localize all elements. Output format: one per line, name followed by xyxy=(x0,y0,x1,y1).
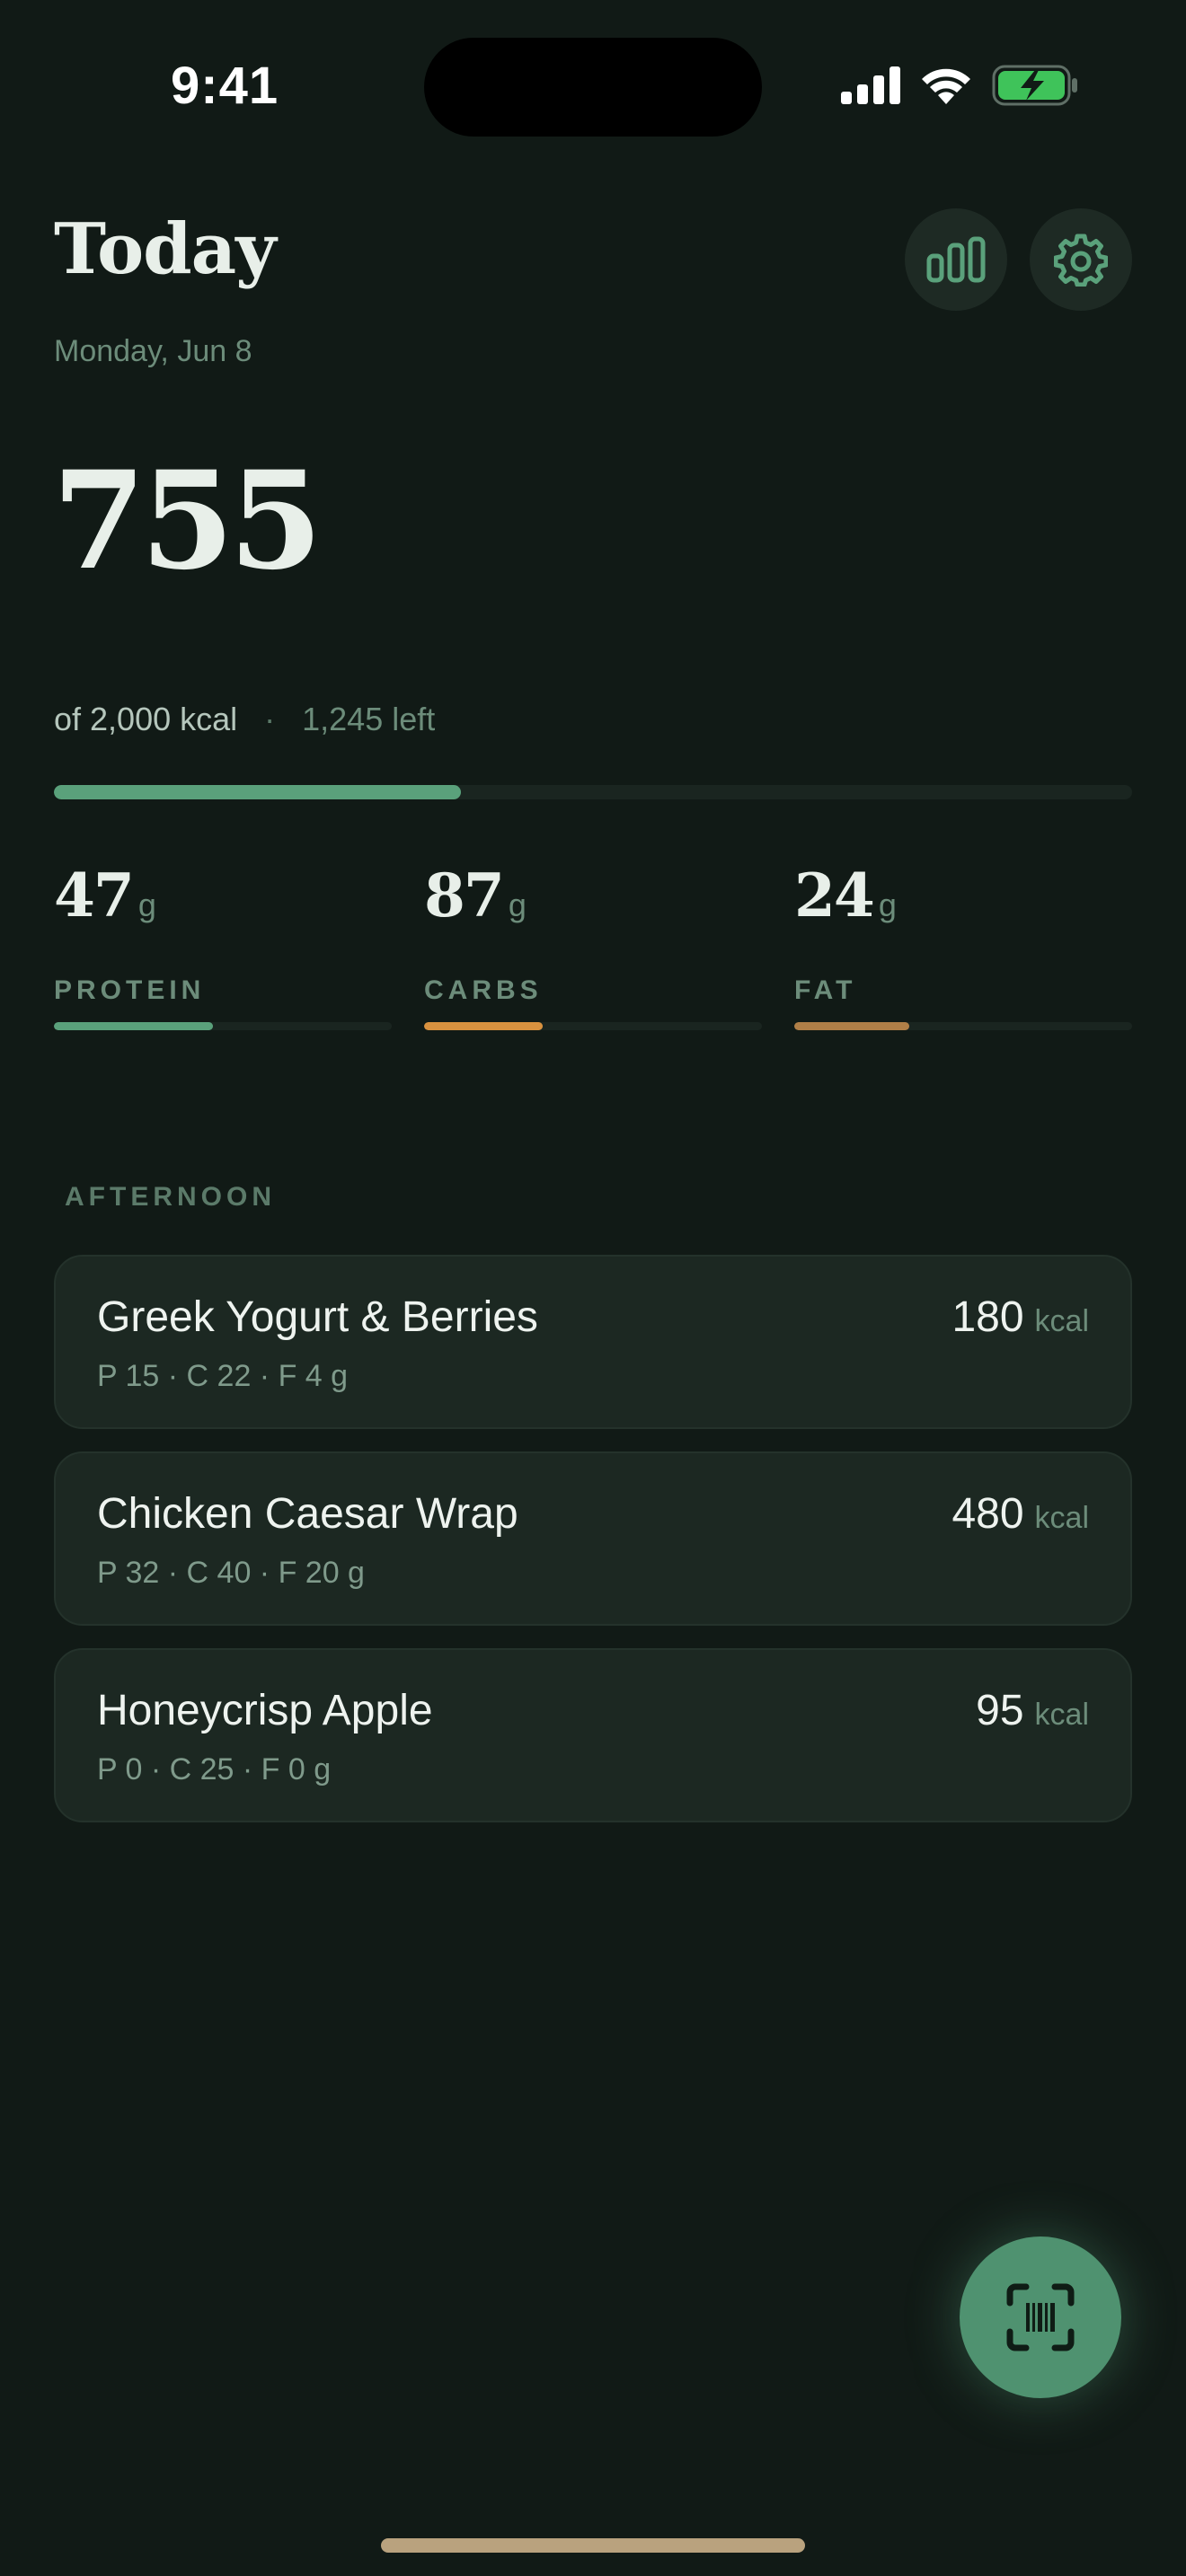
screen: 9:41 Today Monday, Jun 8 755 of 2,000 kc… xyxy=(0,0,1186,2576)
separator-dot: · xyxy=(264,701,276,737)
calorie-goal: of 2,000 kcal xyxy=(54,701,238,737)
meal-kcal-unit: kcal xyxy=(1034,1304,1089,1338)
meal-card[interactable]: Honeycrisp Apple P 0 · C 25 · F 0 g 95 k… xyxy=(54,1648,1132,1822)
macro-protein: 47 g PROTEIN xyxy=(54,860,392,1030)
fat-unit: g xyxy=(878,887,897,923)
wifi-icon xyxy=(922,68,970,104)
carbs-value: 87 xyxy=(424,860,505,931)
protein-unit: g xyxy=(137,887,156,923)
bar-chart-icon xyxy=(926,236,986,283)
protein-progress-fill xyxy=(54,1022,213,1030)
meal-kcal-value: 95 xyxy=(976,1687,1024,1734)
calories-summary: of 2,000 kcal · 1,245 left xyxy=(54,701,435,738)
carbs-unit: g xyxy=(508,887,527,923)
status-icons xyxy=(841,65,1078,106)
meal-name: Chicken Caesar Wrap xyxy=(97,1490,518,1538)
meal-card[interactable]: Greek Yogurt & Berries P 15 · C 22 · F 4… xyxy=(54,1255,1132,1429)
scan-barcode-button[interactable] xyxy=(960,2236,1121,2398)
meal-kcal-value: 480 xyxy=(951,1490,1024,1538)
fat-label: FAT xyxy=(794,975,857,1005)
meal-macros: P 32 · C 40 · F 20 g xyxy=(97,1556,365,1590)
fat-progress-fill xyxy=(794,1022,909,1030)
carbs-label: CARBS xyxy=(424,975,543,1005)
date-label: Monday, Jun 8 xyxy=(54,334,252,368)
calorie-progress-fill xyxy=(54,785,461,799)
meal-calories: 480 kcal xyxy=(951,1489,1089,1539)
calorie-progress-bar xyxy=(54,785,1132,799)
macro-fat: 24 g FAT xyxy=(794,860,1132,1030)
calories-consumed: 755 xyxy=(52,442,323,600)
dynamic-island xyxy=(424,38,762,137)
section-label-afternoon: AFTERNOON xyxy=(65,1182,276,1212)
macro-carbs: 87 g CARBS xyxy=(424,860,762,1030)
meal-macros: P 15 · C 22 · F 4 g xyxy=(97,1359,349,1393)
barcode-scan-icon xyxy=(1006,2283,1075,2351)
protein-progress-bar xyxy=(54,1022,392,1030)
calories-left: 1,245 left xyxy=(302,701,436,737)
protein-label: PROTEIN xyxy=(54,975,206,1005)
gear-icon xyxy=(1054,234,1108,287)
protein-value: 47 xyxy=(54,860,135,931)
meal-kcal-unit: kcal xyxy=(1034,1698,1089,1732)
meal-kcal-unit: kcal xyxy=(1034,1501,1089,1535)
meal-name: Greek Yogurt & Berries xyxy=(97,1293,538,1341)
stats-button[interactable] xyxy=(905,208,1007,311)
meal-macros: P 0 · C 25 · F 0 g xyxy=(97,1752,332,1786)
meal-kcal-value: 180 xyxy=(951,1293,1024,1341)
cellular-signal-icon xyxy=(841,66,900,104)
carbs-progress-fill xyxy=(424,1022,543,1030)
meal-card[interactable]: Chicken Caesar Wrap P 32 · C 40 · F 20 g… xyxy=(54,1451,1132,1626)
meal-calories: 180 kcal xyxy=(951,1292,1089,1342)
battery-charging-icon xyxy=(992,65,1077,106)
page-title: Today xyxy=(54,208,277,290)
settings-button[interactable] xyxy=(1030,208,1132,311)
fat-progress-bar xyxy=(794,1022,1132,1030)
meal-name: Honeycrisp Apple xyxy=(97,1687,433,1734)
home-indicator[interactable] xyxy=(381,2538,805,2553)
meal-calories: 95 kcal xyxy=(976,1686,1089,1735)
fat-value: 24 xyxy=(794,860,875,931)
status-time: 9:41 xyxy=(171,57,279,115)
carbs-progress-bar xyxy=(424,1022,762,1030)
